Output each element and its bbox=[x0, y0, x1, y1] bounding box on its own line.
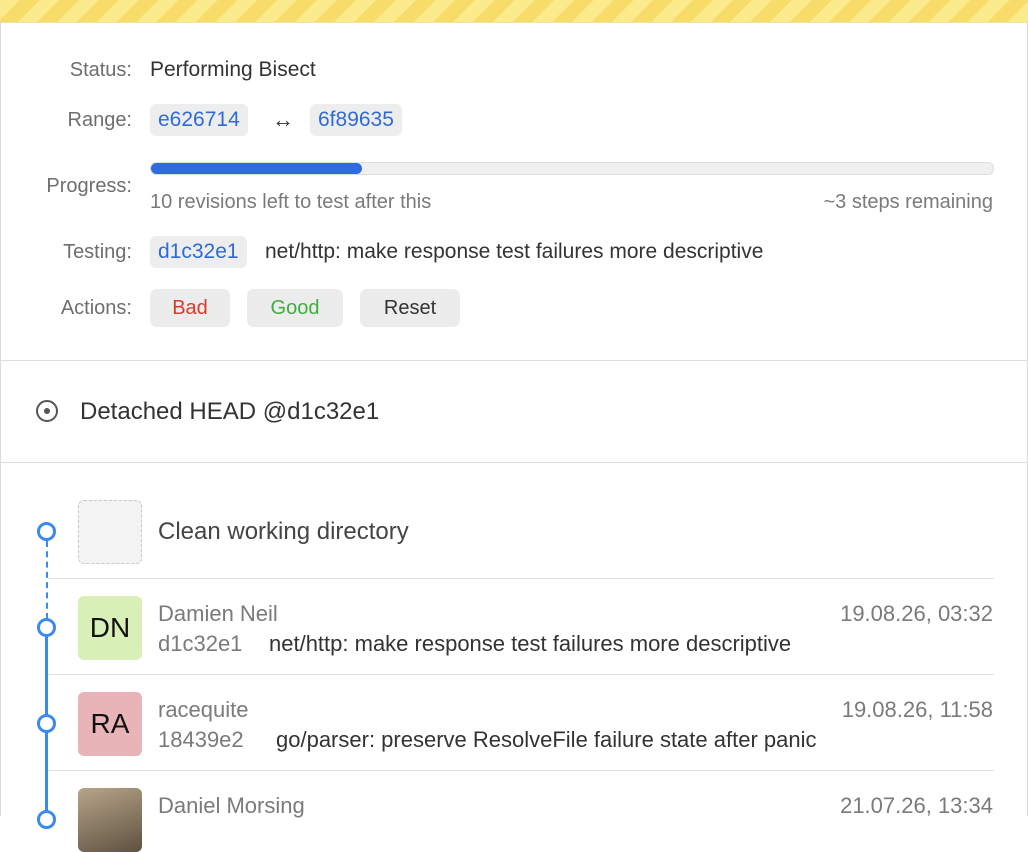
commit-date: 19.08.26, 03:32 bbox=[840, 601, 993, 626]
graph-node-commit bbox=[37, 618, 56, 637]
testing-label: Testing: bbox=[63, 241, 132, 263]
row-divider bbox=[48, 770, 994, 771]
row-divider bbox=[48, 674, 994, 675]
row-divider bbox=[48, 578, 994, 579]
commit-date: 21.07.26, 13:34 bbox=[840, 793, 993, 818]
graph-dashed-line bbox=[46, 541, 48, 619]
steps-remaining-text: ~3 steps remaining bbox=[823, 191, 993, 213]
range-end-hash[interactable]: 6f89635 bbox=[310, 104, 402, 136]
actions-label: Actions: bbox=[60, 297, 132, 319]
bad-button[interactable]: Bad bbox=[150, 289, 230, 327]
commit-message: net/http: make response test failures mo… bbox=[269, 631, 792, 656]
testing-hash[interactable]: d1c32e1 bbox=[150, 236, 247, 268]
commit-date: 19.08.26, 11:58 bbox=[841, 697, 993, 722]
status-value: Performing Bisect bbox=[150, 58, 316, 81]
avatar: DN bbox=[78, 596, 142, 660]
avatar-photo bbox=[78, 788, 142, 852]
target-icon bbox=[36, 400, 58, 422]
commit-hash: d1c32e1 bbox=[158, 631, 243, 656]
range-arrow-icon: ↔ bbox=[272, 107, 294, 132]
working-copy-title: Clean working directory bbox=[158, 518, 409, 545]
working-copy-placeholder bbox=[78, 500, 142, 564]
range-start-hash[interactable]: e626714 bbox=[150, 104, 248, 136]
graph-node-commit bbox=[37, 714, 56, 733]
progress-bar-fill bbox=[151, 163, 362, 174]
reset-button[interactable]: Reset bbox=[360, 289, 460, 327]
good-button[interactable]: Good bbox=[247, 289, 343, 327]
avatar: RA bbox=[78, 692, 142, 756]
range-label: Range: bbox=[67, 109, 133, 131]
divider bbox=[0, 360, 1028, 361]
commit-message: go/parser: preserve ResolveFile failure … bbox=[276, 727, 817, 752]
revisions-left-text: 10 revisions left to test after this bbox=[150, 191, 432, 213]
progress-label: Progress: bbox=[46, 175, 132, 197]
warning-stripe-banner bbox=[0, 0, 1028, 23]
progress-bar bbox=[150, 162, 994, 175]
graph-node-working-copy bbox=[37, 522, 56, 541]
window-border-left bbox=[0, 22, 1, 816]
testing-message: net/http: make response test failures mo… bbox=[265, 240, 764, 263]
head-title: Detached HEAD @d1c32e1 bbox=[80, 398, 380, 425]
commit-author: Daniel Morsing bbox=[158, 793, 305, 818]
commit-author: Damien Neil bbox=[158, 601, 278, 626]
graph-node-commit bbox=[37, 810, 56, 829]
status-label: Status: bbox=[69, 59, 132, 81]
commit-author: racequite bbox=[158, 697, 249, 722]
commit-hash: 18439e2 bbox=[158, 727, 244, 752]
divider bbox=[0, 462, 1028, 463]
